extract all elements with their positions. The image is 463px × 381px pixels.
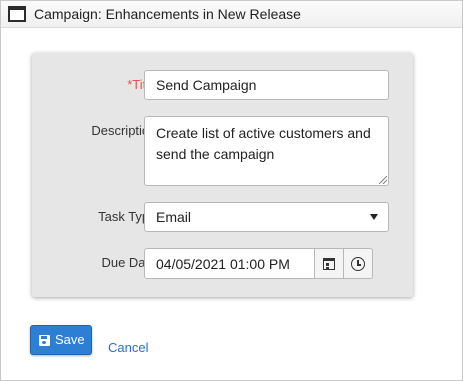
form-panel: *Title: Send Campaign Description: Creat… [32,53,413,297]
window-icon [8,6,26,22]
calendar-icon [323,258,335,270]
clock-icon [351,257,365,271]
calendar-button[interactable] [315,248,344,279]
save-button[interactable]: Save [30,325,92,355]
chevron-down-icon [370,214,378,220]
title-bar: Campaign: Enhancements in New Release [1,1,462,28]
resize-handle[interactable] [379,176,387,184]
time-picker-button[interactable] [344,248,373,279]
description-text: Create list of active customers and send… [156,125,371,162]
task-type-value: Email [156,209,192,225]
floppy-disk-icon [39,335,50,346]
save-button-label: Save [55,332,85,347]
task-type-select[interactable]: Email [144,202,389,232]
cancel-link[interactable]: Cancel [108,340,148,355]
due-date-input[interactable]: 04/05/2021 01:00 PM [144,248,315,279]
description-textarea[interactable]: Create list of active customers and send… [144,116,389,186]
window-title: Campaign: Enhancements in New Release [34,6,301,22]
title-input[interactable]: Send Campaign [144,70,389,100]
dialog-window: Campaign: Enhancements in New Release *T… [0,0,463,381]
